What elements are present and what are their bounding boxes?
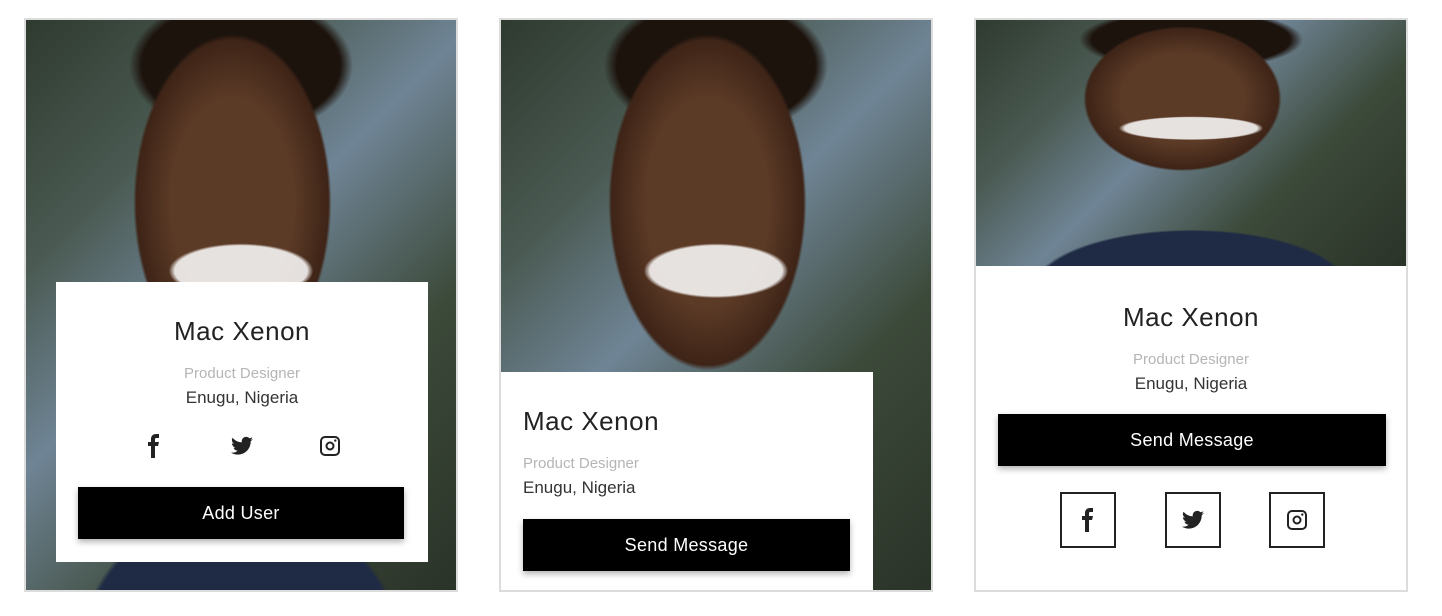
instagram-icon[interactable] <box>1269 492 1325 548</box>
instagram-icon[interactable] <box>318 434 342 458</box>
profile-card-2: Mac Xenon Product Designer Enugu, Nigeri… <box>499 18 933 592</box>
social-links <box>1060 492 1325 548</box>
profile-role: Product Designer <box>1133 351 1249 368</box>
profile-info-panel: Mac Xenon Product Designer Enugu, Nigeri… <box>976 266 1406 590</box>
profile-info-panel: Mac Xenon Product Designer Enugu, Nigeri… <box>56 282 428 562</box>
profile-role: Product Designer <box>184 365 300 382</box>
profile-name: Mac Xenon <box>173 316 311 346</box>
profile-location: Enugu, Nigeria <box>1134 374 1248 393</box>
profile-role: Product Designer <box>523 455 639 472</box>
profile-card-3: Mac Xenon Product Designer Enugu, Nigeri… <box>974 18 1408 592</box>
twitter-icon[interactable] <box>1164 492 1221 548</box>
twitter-icon[interactable] <box>230 434 254 458</box>
profile-info-panel: Mac Xenon Product Designer Enugu, Nigeri… <box>501 372 873 590</box>
facebook-icon[interactable] <box>1060 492 1116 548</box>
send-message-button[interactable]: Send Message <box>523 519 850 571</box>
profile-location: Enugu, Nigeria <box>185 388 299 407</box>
profile-location: Enugu, Nigeria <box>523 478 636 497</box>
profile-name: Mac Xenon <box>1122 302 1260 332</box>
social-links <box>142 434 342 458</box>
profile-photo <box>976 20 1406 266</box>
profile-name: Mac Xenon <box>523 406 660 436</box>
send-message-button[interactable]: Send Message <box>998 414 1386 466</box>
add-user-button[interactable]: Add User <box>78 487 404 539</box>
profile-card-1: Mac Xenon Product Designer Enugu, Nigeri… <box>24 18 458 592</box>
facebook-icon[interactable] <box>142 434 166 458</box>
